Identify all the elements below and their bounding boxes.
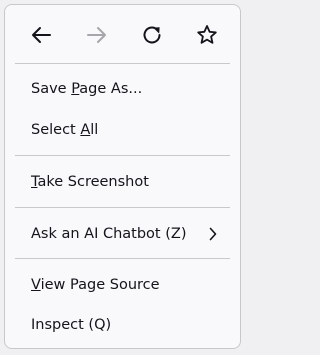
- menu-item-label: Select All: [31, 122, 218, 138]
- menu-item-take-screenshot[interactable]: Take Screenshot: [5, 164, 240, 200]
- label-text: Select: [31, 122, 81, 138]
- label-text: ll: [90, 122, 99, 138]
- back-button[interactable]: [25, 19, 57, 51]
- separator: [15, 155, 230, 156]
- arrow-right-icon: [87, 27, 106, 43]
- forward-button[interactable]: [81, 19, 113, 51]
- context-menu: Save Page As... Select All Take Screensh…: [4, 4, 241, 349]
- arrow-left-icon: [32, 27, 51, 43]
- menu-item-select-all[interactable]: Select All: [5, 112, 240, 148]
- access-key: A: [80, 122, 91, 138]
- menu-item-ask-ai-chatbot[interactable]: Ask an AI Chatbot (Z): [5, 216, 240, 252]
- label-text: Save: [31, 81, 72, 97]
- menu-item-label: View Page Source: [31, 277, 218, 293]
- separator: [15, 258, 230, 259]
- label-text: age As...: [79, 81, 143, 97]
- access-key: V: [31, 277, 41, 293]
- menu-item-view-page-source[interactable]: View Page Source: [5, 267, 240, 303]
- menu-item-label: Ask an AI Chatbot (Z): [31, 226, 187, 242]
- label-text: ake Screenshot: [37, 174, 149, 190]
- navigation-row: [5, 5, 240, 63]
- reload-icon: [143, 26, 161, 44]
- menu-item-label: Save Page As...: [31, 81, 218, 97]
- menu-item-label: Take Screenshot: [31, 174, 218, 190]
- menu-item-save-page-as[interactable]: Save Page As...: [5, 71, 240, 107]
- menu-item-label: Inspect (Q): [31, 317, 112, 333]
- separator: [15, 63, 230, 64]
- chevron-right-icon: [208, 226, 218, 242]
- menu-item-inspect[interactable]: Inspect (Q): [5, 307, 240, 343]
- separator: [15, 207, 230, 208]
- label-text: iew Page Source: [40, 277, 160, 293]
- bookmark-button[interactable]: [191, 19, 223, 51]
- reload-button[interactable]: [136, 19, 168, 51]
- star-icon: [197, 25, 217, 44]
